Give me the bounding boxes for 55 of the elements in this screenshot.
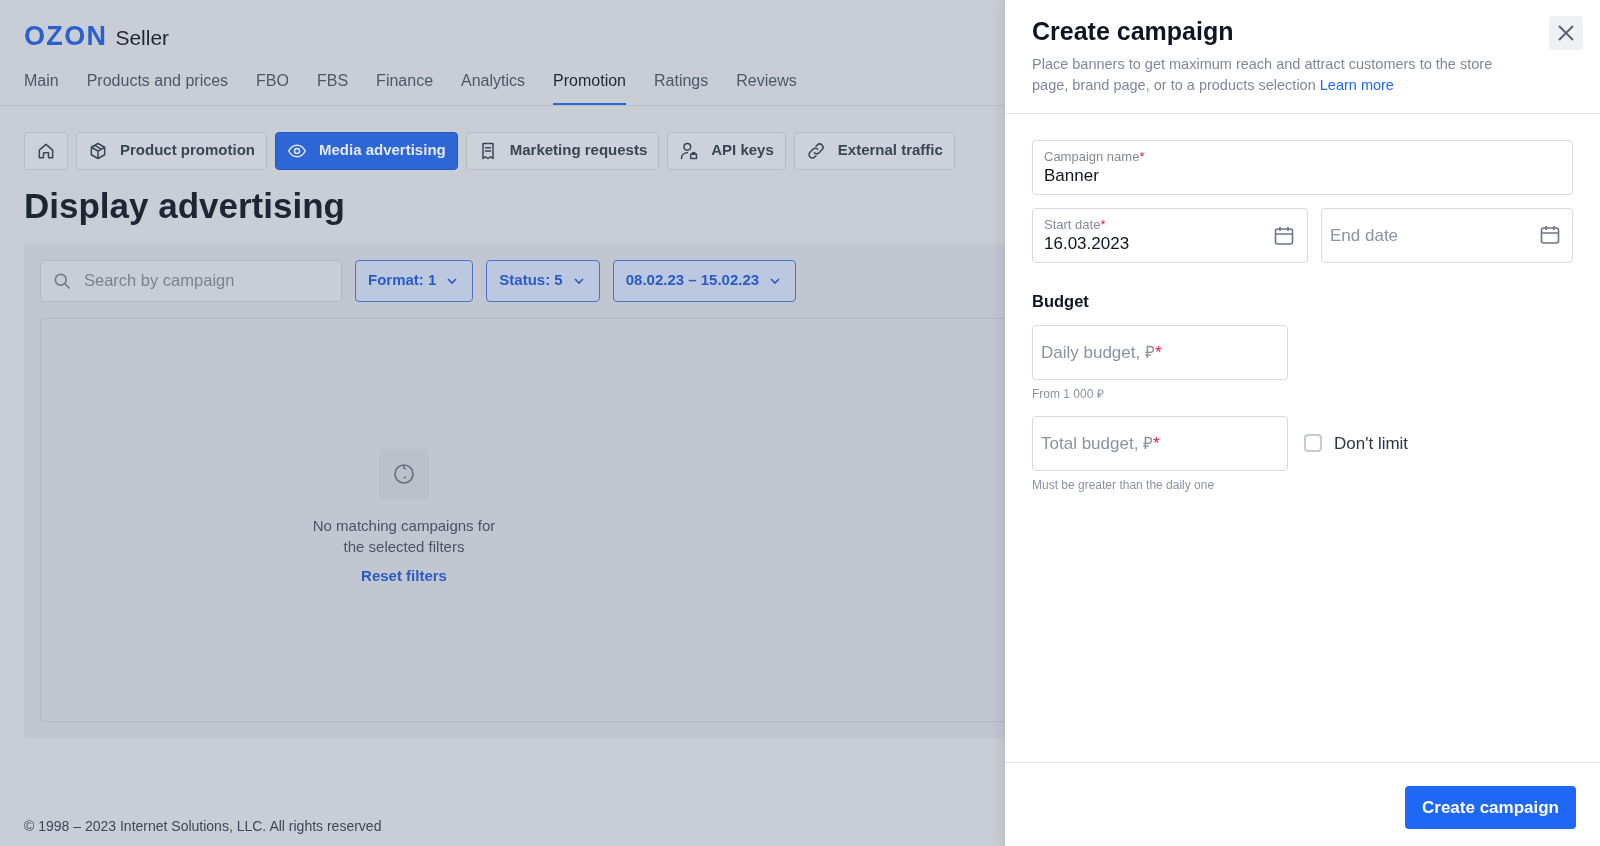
field-placeholder: Total budget, ₽* xyxy=(1041,432,1160,455)
section-tab[interactable]: Media advertising xyxy=(275,131,458,170)
field-value: 16.03.2023 xyxy=(1044,232,1131,255)
field-label: Start date* xyxy=(1044,216,1107,233)
field-hint: From 1 000 ₽ xyxy=(1032,385,1105,403)
end-date-field[interactable]: End date xyxy=(1321,208,1573,263)
logo[interactable]: OZON xyxy=(24,16,108,57)
checkbox[interactable] xyxy=(1304,434,1322,453)
nav-tab[interactable]: FBS xyxy=(317,68,349,105)
empty-message: No matching campaigns for the selected filters xyxy=(311,515,497,557)
search-field[interactable]: Search by campaign xyxy=(40,259,342,302)
required-mark: * xyxy=(1139,148,1145,164)
filter-dropdown[interactable]: Status: 5 xyxy=(486,259,600,302)
close-button[interactable] xyxy=(1549,16,1583,50)
required-mark: * xyxy=(1153,433,1160,453)
campaign-name-field[interactable]: Campaign name* Banner xyxy=(1032,140,1573,195)
nav-tab[interactable]: Analytics xyxy=(461,68,526,105)
cube-icon xyxy=(88,140,108,161)
field-hint: Must be greater than the daily one xyxy=(1032,476,1216,494)
user-key-icon xyxy=(679,140,700,161)
drawer-description: Place banners to get maximum reach and attract customers to the store page, brand page, or to a products selection Learn more xyxy=(1032,55,1494,95)
filter-dropdown[interactable]: Format: 1 xyxy=(355,259,474,302)
required-mark: * xyxy=(1154,342,1162,362)
filter-dropdown[interactable]: 08.02.23 – 15.02.23 xyxy=(612,259,797,302)
nav-tab[interactable]: Finance xyxy=(376,68,434,105)
start-date-field[interactable]: Start date* 16.03.2023 xyxy=(1032,208,1308,263)
calendar-icon[interactable] xyxy=(1538,223,1562,247)
nav-tab[interactable]: Ratings xyxy=(654,68,709,105)
section-tab[interactable] xyxy=(24,131,68,170)
section-tab[interactable]: API keys xyxy=(667,131,786,170)
reset-filters-link[interactable]: Reset filters xyxy=(361,564,447,587)
field-placeholder: Daily budget, ₽* xyxy=(1041,341,1162,364)
section-tab[interactable]: External traffic xyxy=(793,131,955,170)
field-value: Banner xyxy=(1044,164,1100,187)
total-budget-field[interactable]: Total budget, ₽* xyxy=(1032,415,1288,471)
field-label: Campaign name* xyxy=(1044,148,1146,165)
nav-tab[interactable]: FBO xyxy=(256,68,289,105)
nav-tab[interactable]: Main xyxy=(24,68,59,105)
daily-budget-field[interactable]: Daily budget, ₽* xyxy=(1032,324,1288,380)
section-tab[interactable]: Marketing requests xyxy=(465,131,660,170)
create-campaign-button[interactable]: Create campaign xyxy=(1405,786,1576,829)
footer-copyright: © 1998 – 2023 Internet Solutions, LLC. All rights reserved xyxy=(23,817,383,836)
page-title: Display advertising xyxy=(23,184,346,227)
learn-more-link[interactable]: Learn more xyxy=(1319,77,1394,93)
empty-state-icon xyxy=(379,448,429,499)
product-name: Seller xyxy=(115,25,170,51)
section-tab[interactable]: Product promotion xyxy=(76,131,267,170)
drawer-title: Create campaign xyxy=(1032,16,1235,46)
checkbox-label[interactable]: Don't limit xyxy=(1334,430,1409,456)
budget-heading: Budget xyxy=(1032,291,1090,312)
required-mark: * xyxy=(1100,216,1106,232)
nav-tab[interactable]: Reviews xyxy=(736,68,797,105)
link-icon xyxy=(805,140,826,161)
nav-tab[interactable]: Promotion xyxy=(553,68,626,105)
nav-tab[interactable]: Products and prices xyxy=(86,68,229,105)
